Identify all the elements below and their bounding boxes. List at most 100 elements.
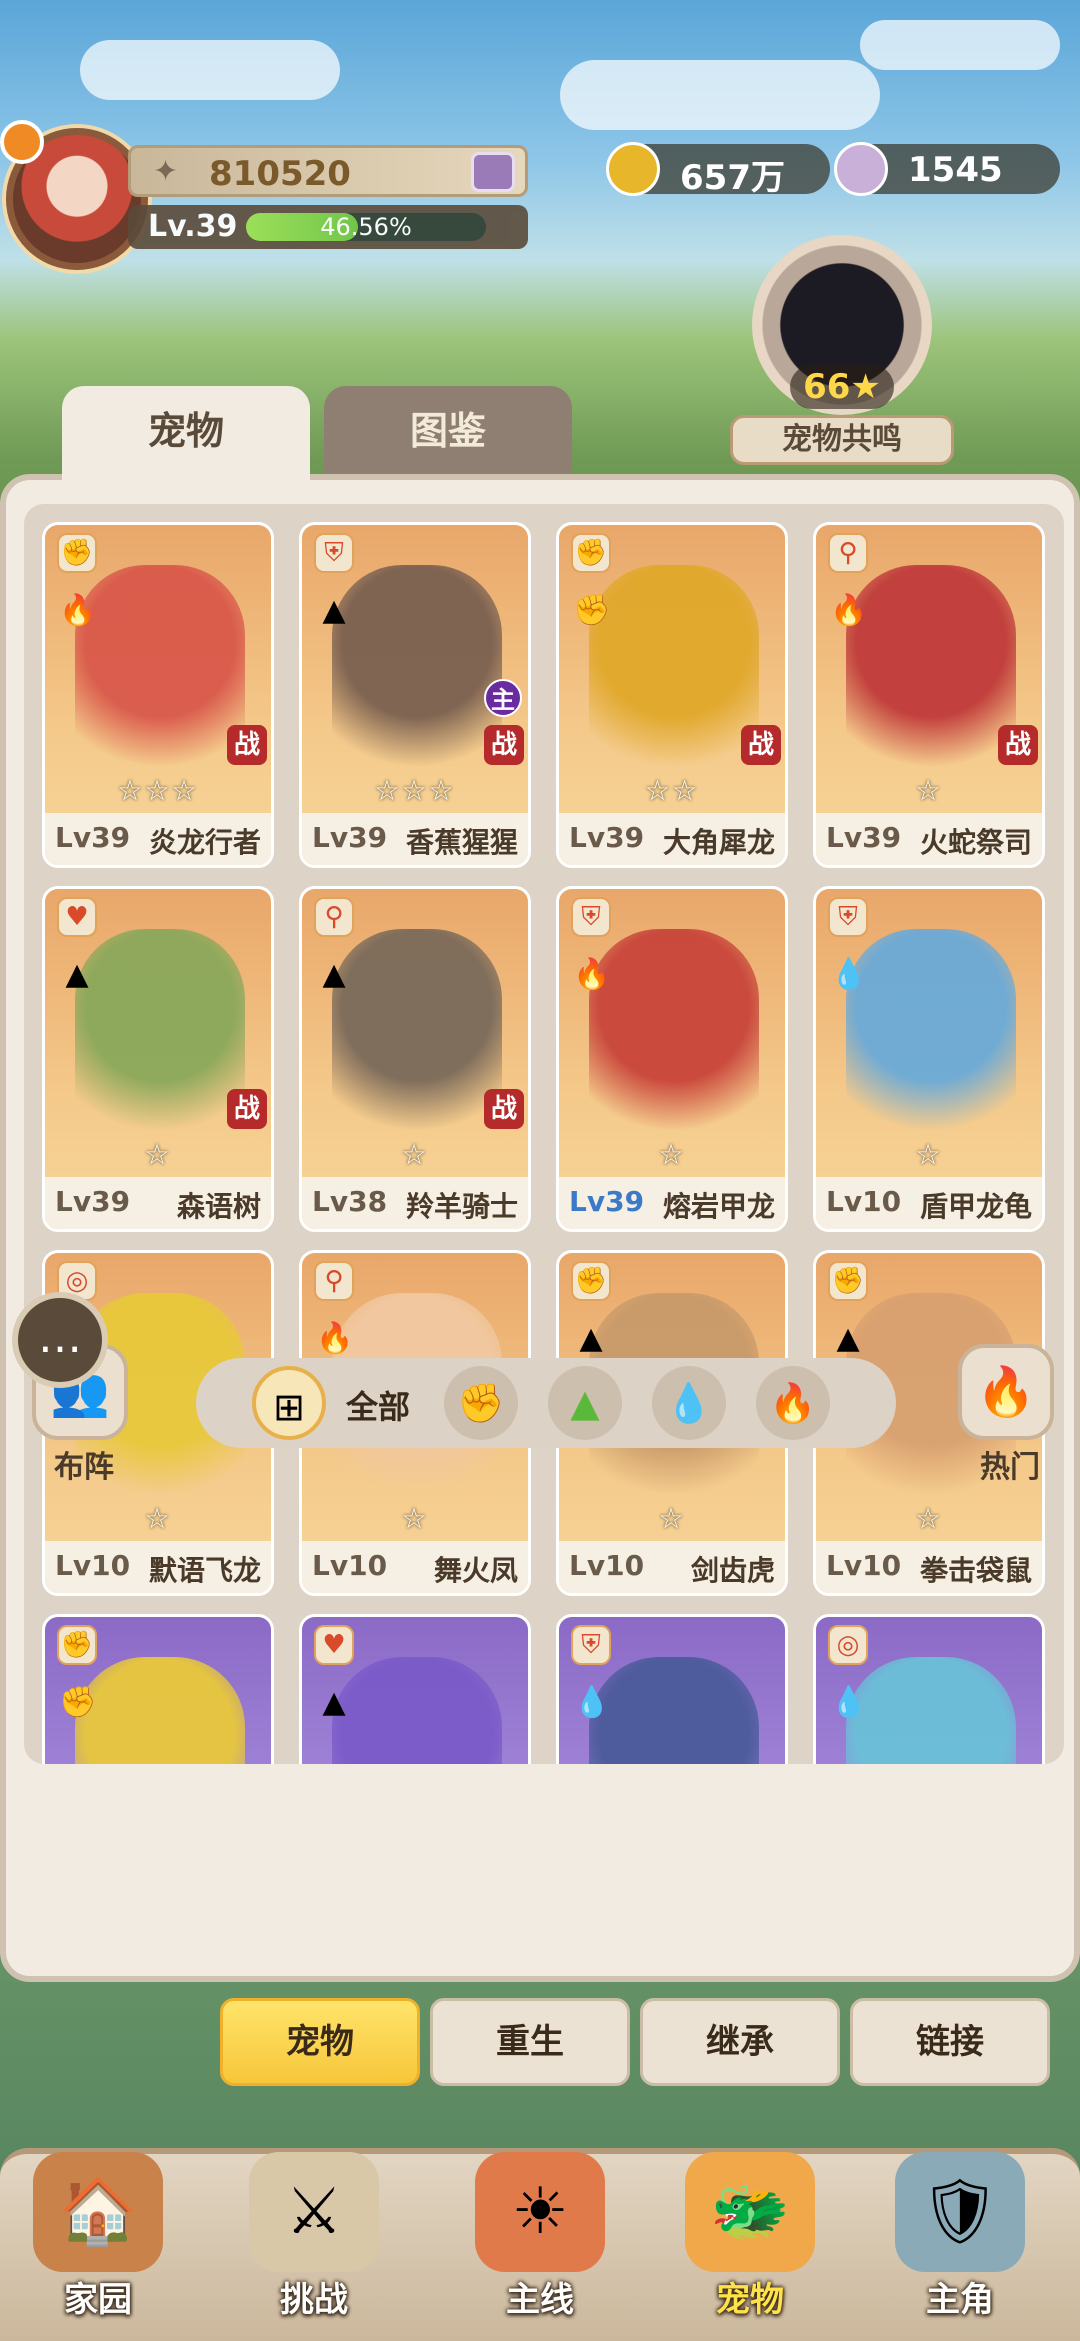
cloud [80, 40, 340, 100]
element-icon: ▲ [579, 1321, 603, 1356]
pet-level: Lv10 [569, 1549, 645, 1582]
role-icon: ⛨ [314, 533, 354, 573]
pet-level: Lv10 [312, 1549, 388, 1582]
element-icon: 🔥 [830, 593, 868, 628]
star-rating: ☆ [401, 1138, 429, 1171]
chat-icon[interactable]: … [12, 1292, 108, 1388]
star-rating: ☆ [915, 1138, 943, 1171]
pet-name: 默语飞龙 [148, 1554, 261, 1587]
pet-name: 拳击袋鼠 [919, 1554, 1032, 1587]
element-icon: ✊ [59, 1685, 97, 1720]
role-icon: ⚲ [828, 533, 868, 573]
element-icon: ▲ [836, 1321, 860, 1356]
pet-name: 熔岩甲龙 [662, 1190, 775, 1223]
element-icon: 💧 [830, 1685, 868, 1720]
pet-portrait [332, 565, 502, 785]
player-level: Lv.39 [148, 209, 238, 244]
shell-value: 1545 [908, 150, 1003, 190]
element-icon: 🔥 [59, 593, 97, 628]
pet-level: Lv39 [826, 821, 902, 854]
pet-level: Lv10 [826, 1185, 902, 1218]
pet-card[interactable]: ⚲ ▲ 战 ☆ Lv38 羚羊骑士 [299, 886, 531, 1232]
pet-card[interactable]: ⛨ 💧 ☆ Lv10 盾甲龙龟 [813, 886, 1045, 1232]
resonance-label: 宠物共鸣 [730, 415, 954, 465]
subtab-pets[interactable]: 宠物 [220, 1998, 420, 2086]
cloud [560, 60, 880, 130]
card-footer: Lv39 火蛇祭司 [816, 813, 1042, 865]
pet-level: Lv39 [55, 821, 131, 854]
pet-card[interactable]: ✊ ✊ [42, 1614, 274, 1764]
filter-attack-button[interactable]: ✊ [444, 1366, 518, 1440]
pet-card[interactable]: ⛨ ▲ 主战 ☆☆☆ Lv39 香蕉猩猩 [299, 522, 531, 868]
card-footer: Lv38 羚羊骑士 [302, 1177, 528, 1229]
subtab-inherit[interactable]: 继承 [640, 1998, 840, 2086]
nav-home[interactable]: 🏠 家园 [0, 2146, 196, 2336]
nav-pets[interactable]: 🐲 宠物 [652, 2146, 848, 2336]
card-footer: Lv39 熔岩甲龙 [559, 1177, 785, 1229]
role-icon: ⛨ [571, 897, 611, 937]
flame-icon: 🔥 [769, 1381, 817, 1425]
power-wings-icon: ✦ [153, 154, 179, 189]
pet-card[interactable]: ♥ ▲ 战 ☆ Lv39 森语树 [42, 886, 274, 1232]
role-icon: ⛨ [828, 897, 868, 937]
shell-counter[interactable]: 1545 [834, 142, 1060, 196]
role-icon: ✊ [57, 1625, 97, 1665]
pet-icon: 🐲 [685, 2152, 815, 2272]
pet-resonance-button[interactable]: 66★ 宠物共鸣 [722, 235, 962, 465]
card-footer: Lv39 森语树 [45, 1177, 271, 1229]
main-pet-badge: 主 [484, 679, 522, 717]
pet-name: 舞火凤 [433, 1554, 518, 1587]
card-footer: Lv10 舞火凤 [302, 1541, 528, 1593]
pet-card[interactable]: ◎ 💧 [813, 1614, 1045, 1764]
formation-label: 布阵 [54, 1450, 114, 1485]
subtab-link[interactable]: 链接 [850, 1998, 1050, 2086]
filter-earth-button[interactable]: ▲ [548, 1366, 622, 1440]
filter-fire-button[interactable]: 🔥 [756, 1366, 830, 1440]
pet-portrait [332, 1657, 502, 1764]
pet-name: 火蛇祭司 [919, 826, 1032, 859]
nav-hero[interactable]: 🛡 主角 [862, 2146, 1058, 2336]
role-icon: ⚲ [314, 897, 354, 937]
battle-badge: 战 [227, 725, 267, 765]
pet-panel: ✊ 🔥 战 ☆☆☆ Lv39 炎龙行者 ⛨ ▲ 主战 ☆☆☆ Lv39 香蕉猩猩 ✊ ✊ 战 ☆☆ Lv39 大角… [0, 474, 1080, 1982]
resonance-count-value: 66 [803, 367, 851, 407]
nav-challenge-label: 挑战 [280, 2280, 348, 2320]
element-icon: ▲ [322, 593, 346, 628]
nav-home-label: 家园 [64, 2280, 132, 2320]
pet-card[interactable]: ✊ ✊ 战 ☆☆ Lv39 大角犀龙 [556, 522, 788, 868]
pet-level: Lv39 [569, 1185, 645, 1218]
nav-main-quest[interactable]: ☀ 主线 [442, 2146, 638, 2336]
star-rating: ☆☆ [644, 774, 700, 807]
star-rating: ☆ [401, 1502, 429, 1535]
pet-card[interactable]: ♥ ▲ [299, 1614, 531, 1764]
power-detail-button[interactable] [471, 152, 515, 192]
nav-challenge[interactable]: ⚔ 挑战 [216, 2146, 412, 2336]
tab-book[interactable]: 图鉴 [324, 386, 572, 486]
pet-card[interactable]: ⛨ 💧 [556, 1614, 788, 1764]
gold-coin-icon [606, 142, 660, 196]
pet-card[interactable]: ⚲ 🔥 战 ☆ Lv39 火蛇祭司 [813, 522, 1045, 868]
gold-counter[interactable]: 657万 [606, 142, 830, 198]
hot-button[interactable]: 🔥 热门 [958, 1344, 1062, 1485]
pet-name: 大角犀龙 [662, 826, 775, 859]
pet-name: 炎龙行者 [148, 826, 261, 859]
pet-name: 剑齿虎 [690, 1554, 775, 1587]
star-rating: ☆☆☆ [374, 774, 456, 807]
pet-card[interactable]: ✊ 🔥 战 ☆☆☆ Lv39 炎龙行者 [42, 522, 274, 868]
role-icon: ♥ [314, 1625, 354, 1665]
card-footer: Lv39 香蕉猩猩 [302, 813, 528, 865]
home-icon: 🏠 [33, 2152, 163, 2272]
pet-name: 香蕉猩猩 [405, 826, 518, 859]
resonance-count: 66★ [790, 365, 894, 409]
pet-card[interactable]: ⛨ 🔥 ☆ Lv39 熔岩甲龙 [556, 886, 788, 1232]
combat-power-value: 810520 [209, 154, 351, 194]
element-icon: ✊ [573, 593, 611, 628]
cloud [860, 20, 1060, 70]
filter-all-button[interactable]: ⊞ [252, 1366, 326, 1440]
pet-name: 盾甲龙龟 [919, 1190, 1032, 1223]
star-rating: ☆ [658, 1138, 686, 1171]
subtab-rebirth[interactable]: 重生 [430, 1998, 630, 2086]
filter-water-button[interactable]: 💧 [652, 1366, 726, 1440]
nav-main-quest-label: 主线 [506, 2280, 574, 2320]
tab-pets[interactable]: 宠物 [62, 386, 310, 496]
